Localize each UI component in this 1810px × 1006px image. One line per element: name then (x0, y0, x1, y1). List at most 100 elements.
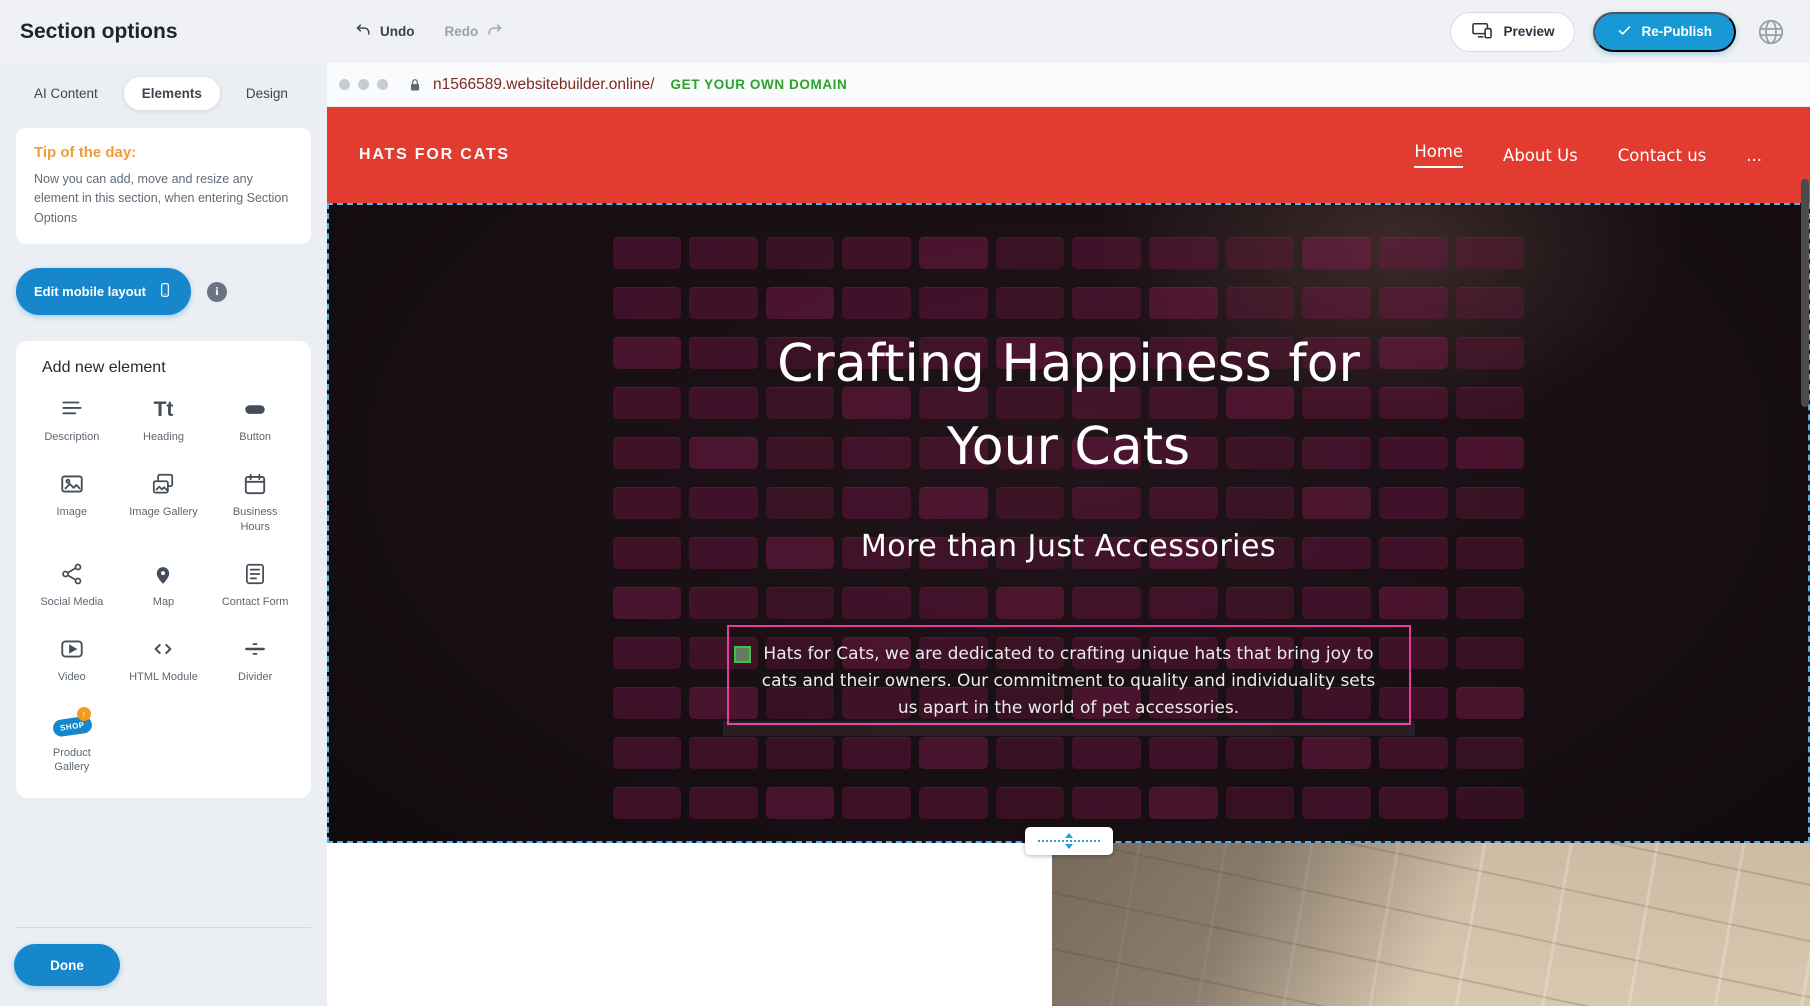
site-preview: HATS FOR CATS Home About Us Contact us .… (327, 107, 1810, 1006)
element-social-media[interactable]: Social Media (26, 560, 118, 609)
element-button[interactable]: Button (209, 395, 301, 444)
lock-icon (408, 77, 422, 93)
upgrade-arrow-icon: ↑ (77, 707, 91, 721)
undo-button[interactable]: Undo (355, 22, 415, 42)
element-label: Divider (238, 670, 272, 684)
element-divider[interactable]: Divider (209, 635, 301, 684)
language-globe-button[interactable] (1754, 15, 1788, 49)
element-image[interactable]: Image (26, 470, 118, 534)
republish-label: Re-Publish (1641, 24, 1712, 39)
paragraph-element-selected[interactable]: Hats for Cats, we are dedicated to craft… (727, 625, 1411, 725)
add-element-card: Add new element Description Tt Heading B… (16, 341, 311, 798)
hero-copy: Crafting Happiness for Your Cats More th… (329, 205, 1808, 841)
next-section-preview (327, 843, 1810, 1006)
site-url[interactable]: n1566589.websitebuilder.online/ (433, 76, 654, 94)
info-icon[interactable]: i (207, 282, 227, 302)
divider-icon (242, 635, 268, 663)
resize-down-arrow-icon (1065, 844, 1073, 849)
element-placeholder-band (723, 721, 1415, 736)
hero-section-selected[interactable]: Crafting Happiness for Your Cats More th… (327, 203, 1810, 843)
image-gallery-icon (150, 470, 176, 498)
element-label: Heading (143, 430, 184, 444)
business-hours-icon (242, 470, 268, 498)
tip-body: Now you can add, move and resize any ele… (34, 170, 293, 228)
map-icon (150, 560, 176, 588)
nav-more-button[interactable]: ... (1746, 146, 1762, 165)
element-label: Social Media (40, 595, 103, 609)
edit-mobile-label: Edit mobile layout (34, 284, 146, 299)
preview-button[interactable]: Preview (1450, 12, 1575, 52)
page-title: Section options (0, 20, 355, 44)
next-section-white-area[interactable] (327, 843, 1052, 1006)
undo-label: Undo (380, 24, 415, 39)
get-your-own-domain-link[interactable]: GET YOUR OWN DOMAIN (670, 77, 847, 92)
site-header: HATS FOR CATS Home About Us Contact us .… (327, 107, 1810, 203)
page-scrollbar[interactable] (1801, 179, 1809, 407)
preview-devices-icon (1471, 21, 1493, 43)
topbar: Section options Undo Redo Preview (0, 0, 1810, 63)
section-resize-handle[interactable] (1025, 827, 1113, 855)
element-label: Description (44, 430, 99, 444)
nav-about-us[interactable]: About Us (1503, 146, 1578, 165)
sidebar: AI Content Elements Design Tip of the da… (0, 63, 327, 1006)
main-canvas: n1566589.websitebuilder.online/ GET YOUR… (327, 63, 1810, 1006)
element-image-gallery[interactable]: Image Gallery (118, 470, 210, 534)
resize-up-arrow-icon (1065, 833, 1073, 838)
sidebar-tabs: AI Content Elements Design (16, 77, 327, 110)
window-dot (339, 79, 350, 90)
button-icon (242, 395, 268, 423)
element-html-module[interactable]: HTML Module (118, 635, 210, 684)
content-row: AI Content Elements Design Tip of the da… (0, 63, 1810, 1006)
tip-title: Tip of the day: (34, 144, 293, 161)
hero-heading[interactable]: Crafting Happiness for Your Cats (739, 323, 1399, 489)
tip-of-the-day-card: Tip of the day: Now you can add, move an… (16, 128, 311, 244)
element-label: Button (239, 430, 271, 444)
element-label: Product Gallery (35, 746, 109, 775)
republish-button[interactable]: Re-Publish (1593, 12, 1736, 52)
site-logo[interactable]: HATS FOR CATS (327, 146, 510, 164)
topbar-actions: Preview Re-Publish (1450, 12, 1810, 52)
nav-contact-us[interactable]: Contact us (1618, 146, 1707, 165)
element-description[interactable]: Description (26, 395, 118, 444)
element-heading[interactable]: Tt Heading (118, 395, 210, 444)
description-icon (59, 395, 85, 423)
window-dot (377, 79, 388, 90)
redo-button[interactable]: Redo (445, 22, 504, 42)
redo-icon (486, 22, 503, 42)
hero-paragraph: Hats for Cats, we are dedicated to craft… (755, 641, 1383, 723)
element-label: HTML Module (129, 670, 198, 684)
image-icon (59, 470, 85, 498)
sidebar-divider (16, 927, 311, 928)
element-resize-handle[interactable] (734, 646, 751, 663)
undo-icon (355, 22, 372, 42)
window-dot (358, 79, 369, 90)
element-grid: Description Tt Heading Button Image (26, 395, 301, 774)
edit-mobile-layout-button[interactable]: Edit mobile layout (16, 268, 191, 315)
element-product-gallery[interactable]: SHOP ↑ Product Gallery (26, 711, 118, 775)
contact-form-icon (242, 560, 268, 588)
element-label: Image Gallery (129, 505, 197, 519)
hero-subheading[interactable]: More than Just Accessories (329, 529, 1808, 564)
done-button[interactable]: Done (14, 944, 120, 986)
undo-redo-group: Undo Redo (355, 22, 503, 42)
element-contact-form[interactable]: Contact Form (209, 560, 301, 609)
element-business-hours[interactable]: Business Hours (209, 470, 301, 534)
element-map[interactable]: Map (118, 560, 210, 609)
tab-design[interactable]: Design (228, 77, 306, 110)
tab-elements[interactable]: Elements (124, 77, 220, 110)
element-label: Video (58, 670, 86, 684)
redo-label: Redo (445, 24, 479, 39)
check-icon (1617, 23, 1632, 41)
video-icon (59, 635, 85, 663)
tab-ai-content[interactable]: AI Content (16, 77, 116, 110)
next-section-photo[interactable] (1052, 843, 1810, 1006)
element-label: Business Hours (218, 505, 292, 534)
app-root: Section options Undo Redo Preview (0, 0, 1810, 1006)
nav-home[interactable]: Home (1414, 142, 1463, 168)
product-gallery-icon: SHOP ↑ (51, 711, 93, 739)
window-dots (339, 79, 388, 90)
edit-mobile-row: Edit mobile layout i (16, 268, 311, 315)
browser-chrome-bar: n1566589.websitebuilder.online/ GET YOUR… (327, 63, 1810, 107)
resize-dotted-line (1038, 840, 1100, 842)
element-video[interactable]: Video (26, 635, 118, 684)
